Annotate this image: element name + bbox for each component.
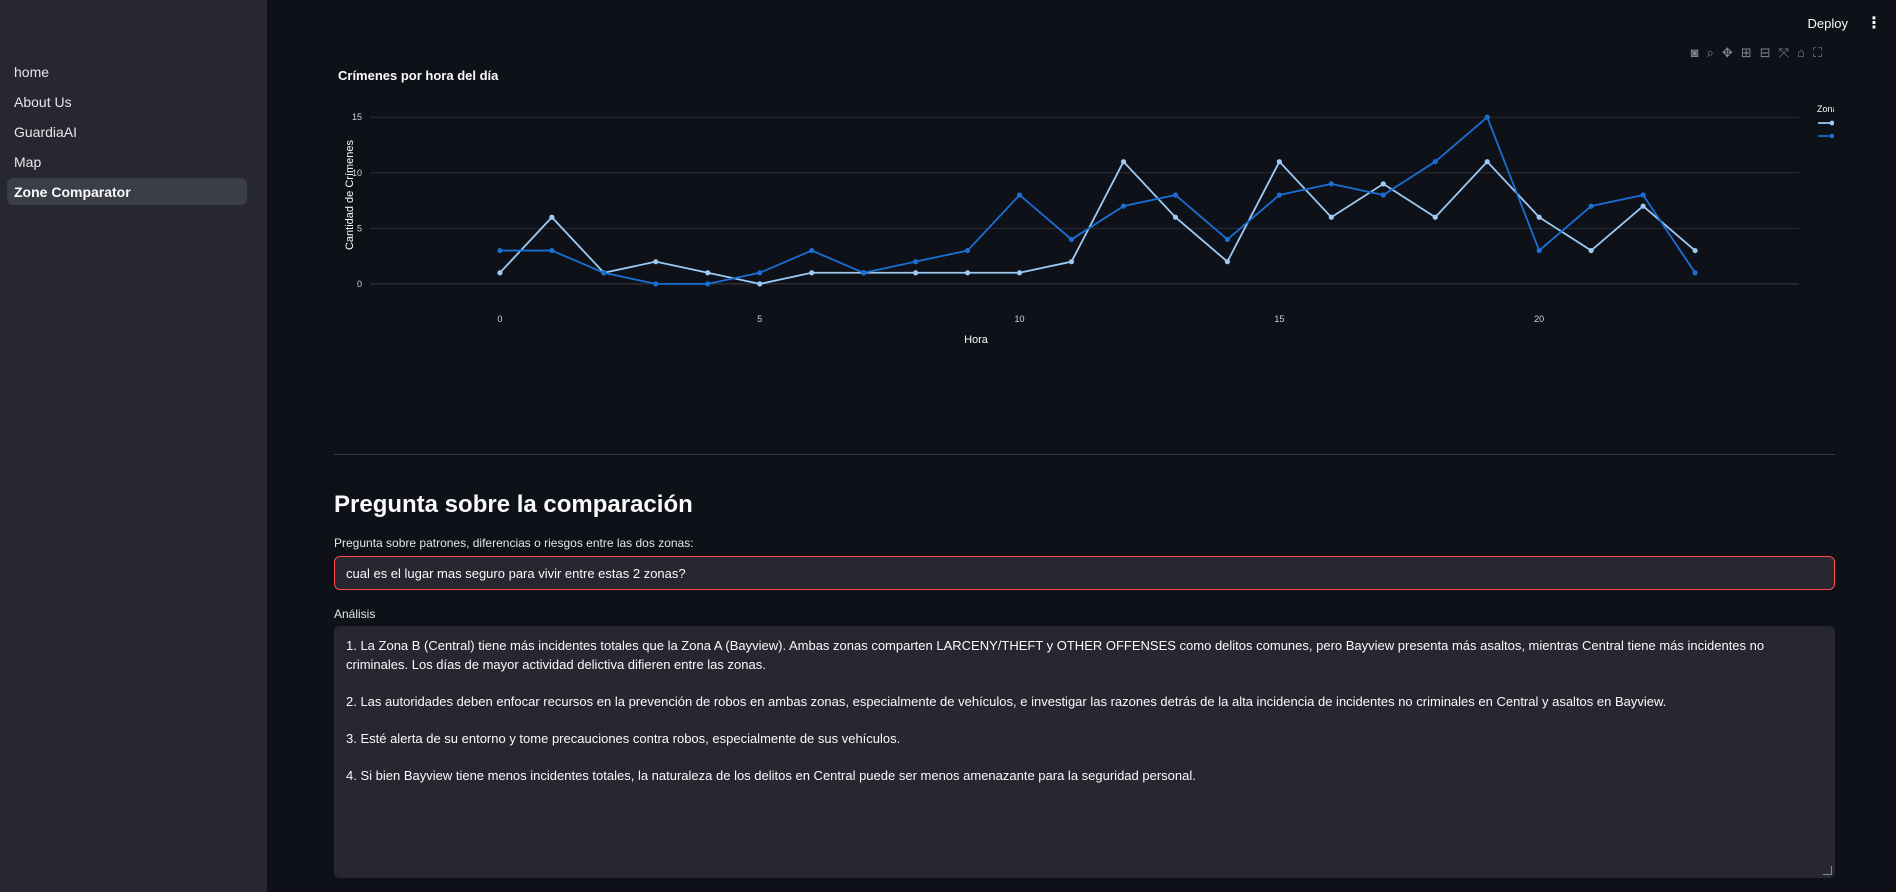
sidebar-item-label: Zone Comparator (14, 183, 131, 200)
data-point (809, 247, 815, 254)
analysis-label: Análisis (334, 607, 376, 621)
question-label: Pregunta sobre patrones, diferencias o r… (334, 536, 694, 550)
analysis-paragraph: 3. Esté alerta de su entorno y tome prec… (346, 731, 901, 746)
x-tick-label: 0 (497, 314, 502, 324)
main-content: Deploy ⋮ ◙ ⌕ ✥ ⊞ ⊟ ⤧ ⌂ ⛶ Crímenes por ho… (267, 0, 1896, 892)
data-point (1484, 114, 1490, 120)
chart-title: Crímenes por hora del día (338, 68, 499, 83)
sidebar-item-map[interactable]: Map (7, 148, 247, 175)
sidebar: home About Us GuardiaAI Map Zone Compara… (0, 0, 267, 892)
analysis-textarea[interactable]: 1. La Zona B (Central) tiene más inciden… (334, 626, 1835, 878)
sidebar-nav: home About Us GuardiaAI Map Zone Compara… (7, 58, 247, 208)
data-point (1120, 159, 1127, 165)
data-point (705, 270, 711, 276)
data-point (1328, 214, 1334, 220)
data-point (757, 281, 763, 287)
x-tick-label: 15 (1274, 314, 1284, 324)
data-point (1068, 236, 1075, 243)
x-tick-label: 10 (1015, 314, 1025, 324)
zoom-in-icon[interactable]: ⊞ (1741, 45, 1752, 61)
x-tick-label: 20 (1534, 314, 1544, 324)
data-point (1640, 203, 1646, 209)
data-point (1432, 159, 1438, 165)
sidebar-item-label: About Us (14, 93, 72, 110)
divider (334, 454, 1835, 455)
data-point (913, 259, 919, 265)
data-point (1380, 181, 1386, 187)
data-point (861, 270, 867, 276)
data-point (1068, 259, 1075, 265)
line-chart: 0510150 5 10 15 20HoraCantidad de CrímenesZo… (344, 104, 1893, 346)
sidebar-item-label: Map (14, 153, 42, 170)
analysis-paragraph: 2. Las autoridades deben enfocar recurso… (346, 694, 1667, 709)
chart-container: ◙ ⌕ ✥ ⊞ ⊟ ⤧ ⌂ ⛶ Crímenes por hora del dí… (334, 40, 1893, 420)
data-point (1224, 259, 1230, 265)
data-point (1224, 236, 1230, 243)
data-point (1276, 192, 1282, 198)
data-point (549, 247, 555, 254)
kebab-menu-icon[interactable]: ⋮ (1866, 13, 1882, 33)
data-point (601, 270, 607, 276)
data-point (653, 281, 659, 287)
data-point (497, 247, 503, 254)
legend-marker (1829, 133, 1835, 139)
question-input[interactable] (334, 556, 1835, 590)
resize-handle-icon[interactable] (1823, 866, 1832, 875)
reset-home-icon[interactable]: ⌂ (1797, 45, 1805, 61)
zoom-icon[interactable]: ⌕ (1707, 45, 1714, 61)
x-axis-label: Hora (964, 334, 989, 346)
data-point (964, 247, 971, 254)
data-point (497, 270, 503, 276)
data-point (1016, 192, 1023, 198)
data-point (913, 270, 919, 276)
sidebar-item-label: home (14, 63, 50, 80)
data-point (1588, 203, 1594, 209)
sidebar-item-home[interactable]: home (7, 58, 247, 85)
camera-icon[interactable]: ◙ (1691, 45, 1699, 61)
data-point (964, 270, 971, 276)
data-point (705, 281, 711, 287)
series-line-central (499, 115, 1696, 285)
data-point (1328, 181, 1334, 187)
zoom-out-icon[interactable]: ⊟ (1760, 45, 1771, 61)
data-point (757, 270, 763, 276)
y-tick-label: 15 (352, 112, 362, 122)
data-point (1172, 214, 1179, 220)
data-point (1432, 214, 1438, 220)
sidebar-item-label: GuardiaAI (14, 123, 78, 140)
data-point (1692, 247, 1698, 254)
y-tick-label: 0 (357, 279, 362, 289)
data-point (1692, 270, 1698, 276)
data-point (549, 214, 555, 220)
x-tick-label: 5 (757, 314, 762, 324)
data-point (1016, 270, 1023, 276)
deploy-button[interactable]: Deploy (1808, 16, 1848, 31)
fullscreen-icon[interactable]: ⛶ (1813, 45, 1822, 61)
analysis-paragraph: 4. Si bien Bayview tiene menos incidente… (346, 768, 1196, 783)
autoscale-icon[interactable]: ⤧ (1779, 45, 1789, 61)
data-point (1640, 192, 1646, 198)
data-point (1536, 214, 1542, 220)
data-point (809, 270, 815, 276)
legend-marker (1829, 120, 1835, 126)
y-axis-label: Cantidad de Crímenes (344, 139, 356, 250)
pan-icon[interactable]: ✥ (1722, 45, 1733, 61)
data-point (1276, 159, 1282, 165)
sidebar-item-about-us[interactable]: About Us (7, 88, 247, 115)
data-point (1484, 159, 1490, 165)
data-point (1380, 192, 1386, 198)
analysis-paragraph: 1. La Zona B (Central) tiene más inciden… (346, 638, 1765, 672)
data-point (1588, 247, 1594, 254)
data-point (1120, 203, 1127, 209)
data-point (1536, 247, 1542, 254)
section-title: Pregunta sobre la comparación (334, 491, 693, 518)
chart-modebar: ◙ ⌕ ✥ ⊞ ⊟ ⤧ ⌂ ⛶ (1691, 45, 1822, 61)
sidebar-item-guardiaai[interactable]: GuardiaAI (7, 118, 247, 145)
data-point (1172, 192, 1179, 198)
sidebar-item-zone-comparator[interactable]: Zone Comparator (7, 178, 247, 205)
data-point (653, 259, 659, 265)
legend-title: Zona (1817, 104, 1834, 114)
y-tick-label: 5 (357, 223, 362, 233)
